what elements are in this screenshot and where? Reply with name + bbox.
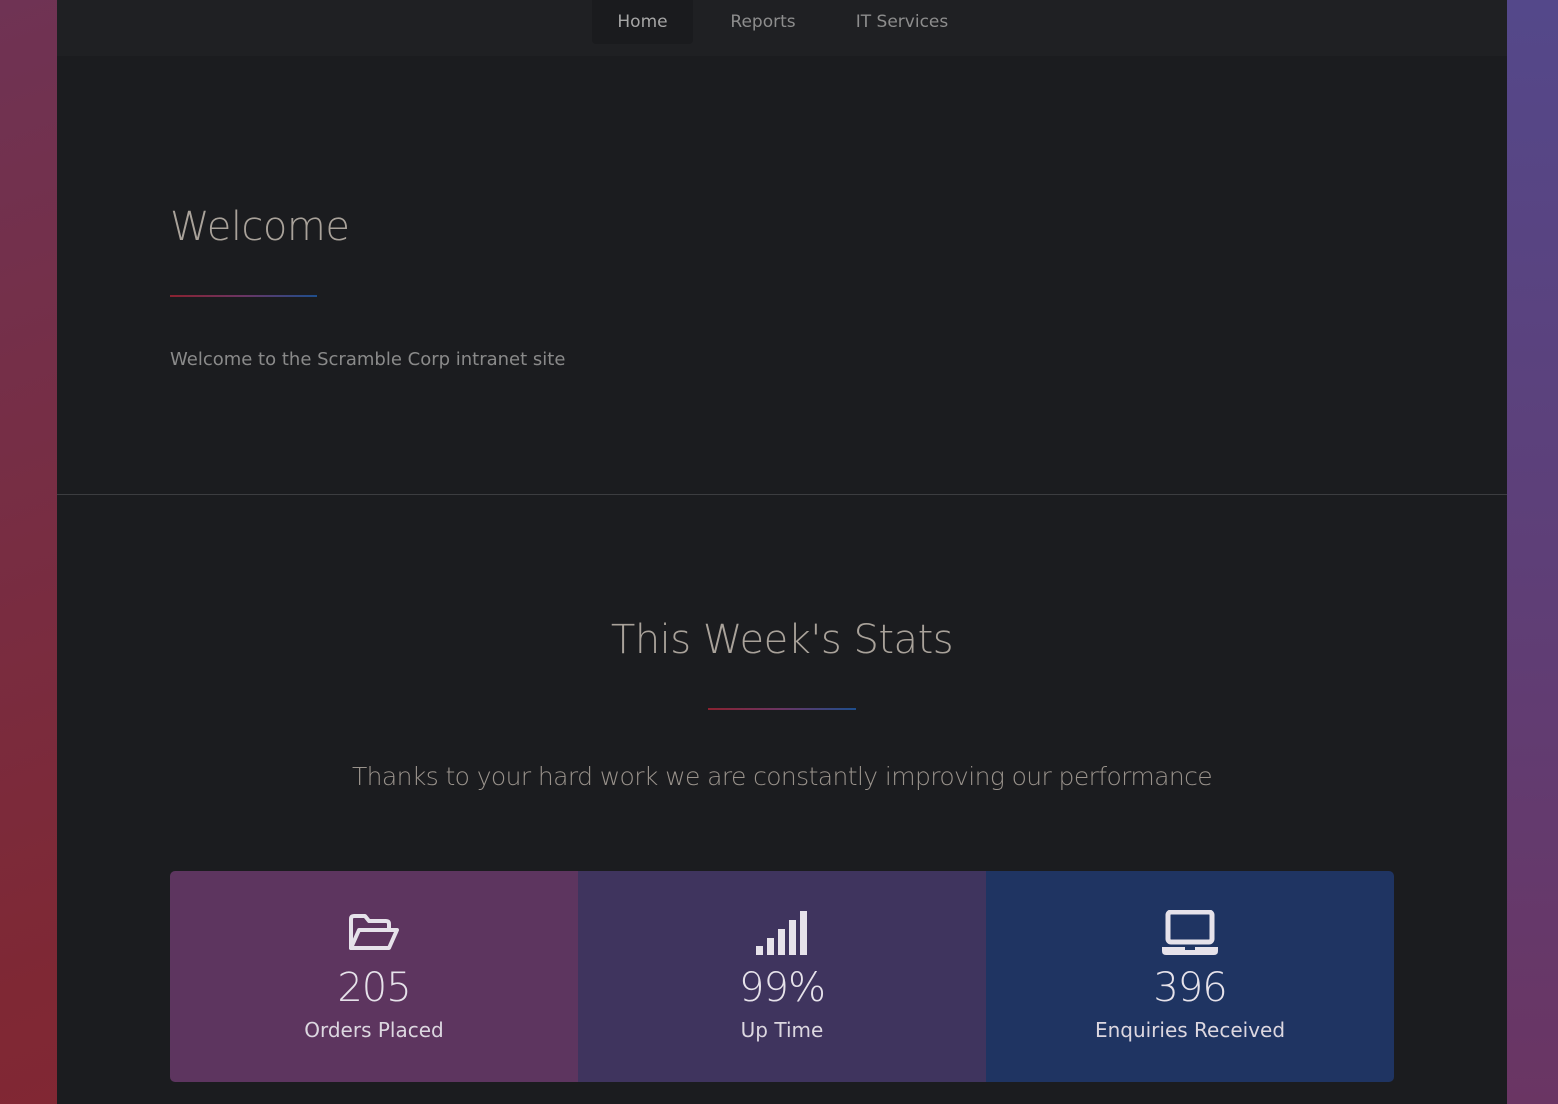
- nav-item-reports[interactable]: Reports: [713, 0, 813, 44]
- signal-bars-icon: [578, 909, 986, 957]
- stat-label-enquiries: Enquiries Received: [1094, 1018, 1286, 1042]
- stats-title-underline: [708, 708, 856, 710]
- welcome-text: Welcome to the Scramble Corp intranet si…: [170, 349, 566, 370]
- stat-value-orders: 205: [337, 965, 411, 1011]
- page-wrapper: Home Reports IT Services Welcome Welcome…: [57, 0, 1507, 1104]
- folder-open-icon: [170, 909, 578, 957]
- stat-value-uptime: 99%: [739, 965, 826, 1011]
- stat-card-uptime: 99% Up Time: [578, 871, 986, 1082]
- nav-item-home[interactable]: Home: [592, 0, 693, 44]
- stat-label-orders: Orders Placed: [304, 1018, 444, 1042]
- nav-item-it-services[interactable]: IT Services: [841, 0, 963, 44]
- welcome-title-underline: [170, 295, 317, 297]
- stat-value-enquiries: 396: [1153, 965, 1227, 1011]
- welcome-title: Welcome: [170, 204, 350, 250]
- section-divider: [57, 494, 1507, 495]
- stat-label-uptime: Up Time: [740, 1018, 824, 1042]
- stats-row: 205 Orders Placed 99% Up Time 396 Enquir…: [170, 871, 1394, 1082]
- stats-subtitle: Thanks to your hard work we are constant…: [351, 762, 1213, 791]
- stat-card-enquiries: 396 Enquiries Received: [986, 871, 1394, 1082]
- stat-card-orders: 205 Orders Placed: [170, 871, 578, 1082]
- top-navigation: Home Reports IT Services: [57, 0, 1507, 56]
- background-right-gradient: [1507, 0, 1558, 1104]
- laptop-icon: [986, 909, 1394, 957]
- stats-title: This Week's Stats: [610, 617, 954, 663]
